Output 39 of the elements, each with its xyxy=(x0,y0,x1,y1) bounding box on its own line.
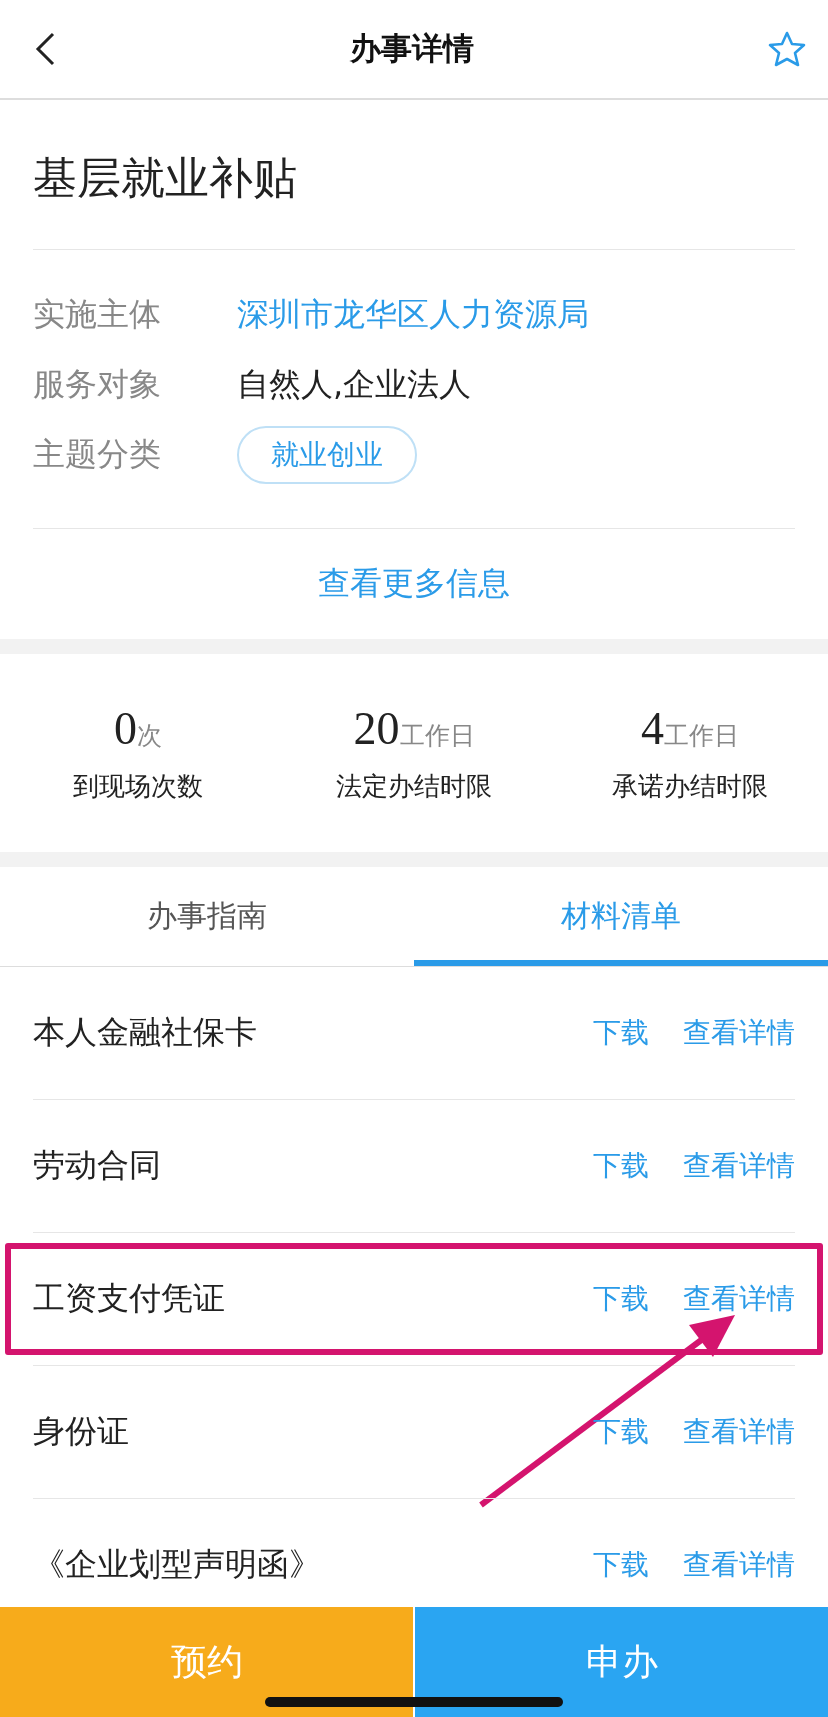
download-link[interactable]: 下载 xyxy=(593,1280,649,1318)
details-link[interactable]: 查看详情 xyxy=(683,1147,795,1185)
material-name: 本人金融社保卡 xyxy=(33,1012,258,1053)
info-label: 服务对象 xyxy=(33,364,162,405)
download-link[interactable]: 下载 xyxy=(593,1147,649,1185)
info-label: 实施主体 xyxy=(33,294,162,335)
details-link[interactable]: 查看详情 xyxy=(683,1413,795,1451)
action-button[interactable]: 申办 xyxy=(415,1607,828,1717)
stat-label: 到现场次数 xyxy=(73,770,203,803)
page-title: 办事详情 xyxy=(350,29,474,68)
material-name: 《企业划型声明函》 xyxy=(33,1544,322,1585)
service-title: 基层就业补贴 xyxy=(33,100,795,250)
material-name: 劳动合同 xyxy=(33,1145,162,1186)
department-link[interactable]: 深圳市龙华区人力资源局 xyxy=(237,293,589,337)
tab[interactable]: 材料清单 xyxy=(414,867,828,966)
details-link[interactable]: 查看详情 xyxy=(683,1280,795,1318)
download-link[interactable]: 下载 xyxy=(593,1014,649,1052)
tab[interactable]: 办事指南 xyxy=(0,867,414,966)
stat-unit: 工作日 xyxy=(664,721,739,752)
stat-number: 0 xyxy=(114,702,137,755)
category-tag[interactable]: 就业创业 xyxy=(237,426,417,484)
material-name: 工资支付凭证 xyxy=(33,1278,226,1319)
download-link[interactable]: 下载 xyxy=(593,1546,649,1584)
download-link[interactable]: 下载 xyxy=(593,1413,649,1451)
action-button[interactable]: 预约 xyxy=(0,1607,413,1717)
more-info-link[interactable]: 查看更多信息 xyxy=(318,562,510,606)
info-label: 主题分类 xyxy=(33,434,162,475)
info-value: 自然人,企业法人 xyxy=(237,364,472,405)
back-icon[interactable] xyxy=(34,31,56,67)
stat-number: 20 xyxy=(353,702,400,755)
stat-unit: 工作日 xyxy=(399,720,475,752)
details-link[interactable]: 查看详情 xyxy=(683,1546,795,1584)
material-name: 身份证 xyxy=(33,1411,130,1452)
stat-label: 承诺办结时限 xyxy=(612,770,768,803)
details-link[interactable]: 查看详情 xyxy=(683,1014,795,1052)
stat-label: 法定办结时限 xyxy=(336,770,492,803)
stat-unit: 次 xyxy=(137,720,162,752)
stat-number: 4 xyxy=(641,702,664,755)
star-icon[interactable] xyxy=(768,31,806,67)
